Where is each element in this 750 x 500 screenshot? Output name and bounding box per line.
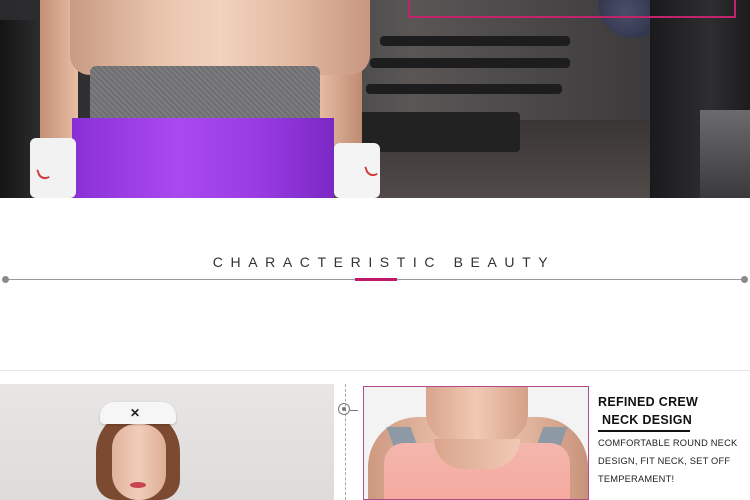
brand-logo-icon: ✕	[130, 406, 141, 420]
divider-dot-left	[2, 276, 9, 283]
feature-heading-line1: REFINED CREW	[598, 395, 699, 409]
feature-heading-line2: NECK DESIGN	[602, 413, 693, 427]
product-photo-headband: ✕	[0, 384, 334, 500]
target-icon	[338, 403, 350, 415]
feature-underline	[598, 430, 690, 432]
accent-underline	[355, 278, 397, 281]
section-heading: CHARACTERISTIC BEAUTY	[0, 254, 750, 272]
dotted-connector	[345, 384, 346, 500]
treadmill	[366, 84, 562, 94]
model-lips	[130, 482, 146, 488]
treadmill	[360, 112, 520, 152]
model-neck	[426, 387, 528, 443]
swoosh-logo-icon	[364, 163, 378, 179]
hero-banner-image	[0, 0, 750, 198]
connector-tick	[350, 410, 358, 411]
swoosh-logo-icon	[36, 166, 50, 182]
wristband-right	[334, 143, 380, 198]
purple-shorts	[72, 118, 334, 198]
model-torso	[70, 0, 370, 75]
feature-body-text: COMFORTABLE ROUND NECK DESIGN, FIT NECK,…	[598, 438, 738, 484]
model-face	[112, 424, 166, 500]
feature-description: REFINED CREW NECK DESIGN COMFORTABLE ROU…	[598, 394, 748, 484]
decorative-frame	[408, 0, 736, 18]
separator-line	[0, 370, 750, 371]
gym-machine-panel	[700, 110, 750, 198]
treadmill	[380, 36, 570, 46]
divider-dot-right	[741, 276, 748, 283]
product-photo-crew-neck	[363, 386, 589, 500]
wristband-left	[30, 138, 76, 198]
treadmill	[370, 58, 570, 68]
section-title: CHARACTERISTIC BEAUTY	[212, 254, 556, 270]
